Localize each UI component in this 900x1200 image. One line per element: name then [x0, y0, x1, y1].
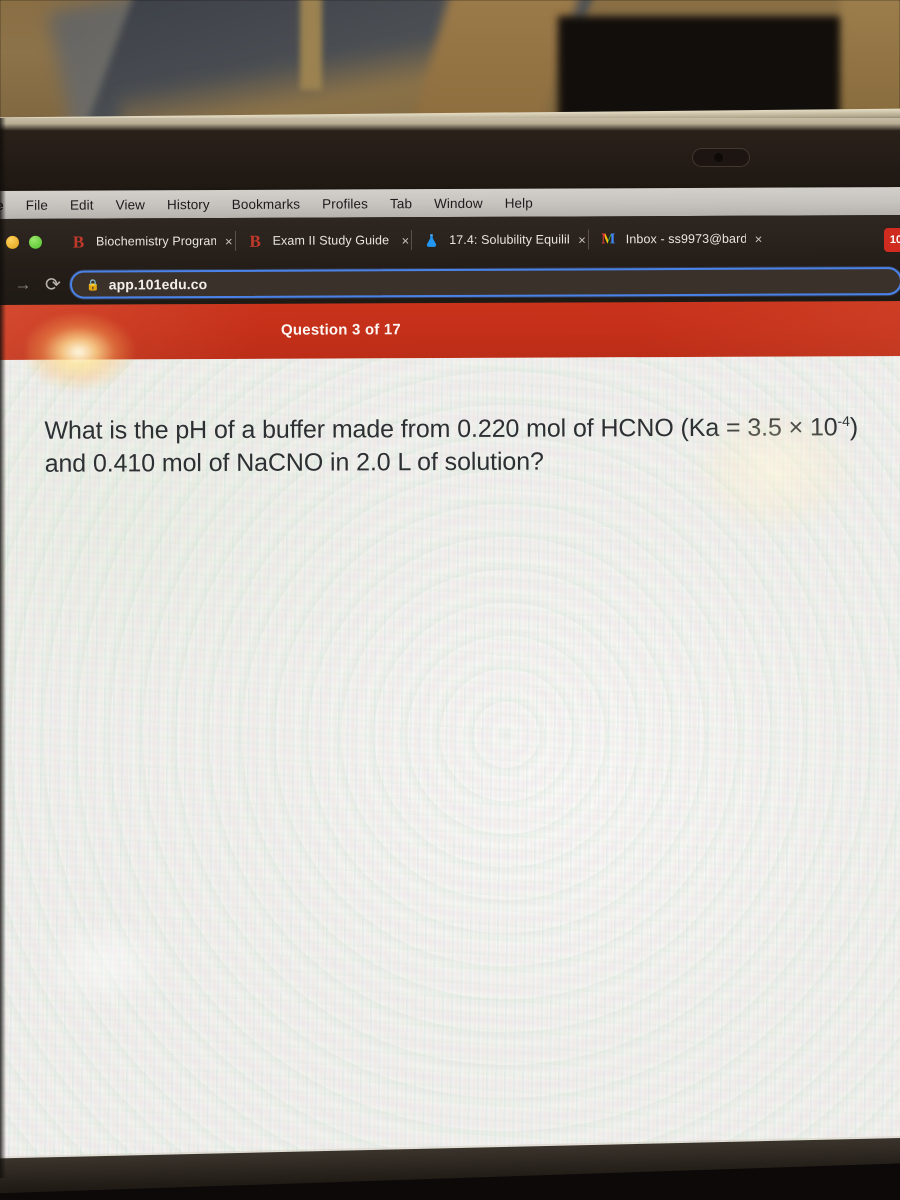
- page-content-area: What is the pH of a buffer made from 0.2…: [0, 355, 900, 1181]
- address-bar[interactable]: 🔒 app.101edu.co: [69, 267, 900, 299]
- menu-item-profiles[interactable]: Profiles: [311, 196, 379, 211]
- blackboard-b-icon: B: [72, 232, 85, 252]
- browser-tab-strip: B Biochemistry Program × B Exam II Study…: [0, 214, 900, 266]
- gmail-icon: M: [601, 230, 616, 247]
- menu-item-window[interactable]: Window: [423, 195, 494, 210]
- app-header-bar: ‹ Question 3 of 17: [0, 300, 900, 363]
- browser-tab[interactable]: 17.4: Solubility Equilib ×: [413, 222, 590, 257]
- close-icon[interactable]: ×: [225, 233, 233, 248]
- menu-item-bookmarks[interactable]: Bookmarks: [221, 196, 311, 211]
- room-pillar: [300, 0, 322, 90]
- browser-tab[interactable]: M Inbox - ss9973@bard ×: [590, 222, 767, 257]
- close-icon[interactable]: ×: [755, 231, 763, 246]
- browser-tab[interactable]: B Biochemistry Program ×: [60, 224, 237, 259]
- menu-item-file[interactable]: File: [15, 197, 59, 212]
- back-icon[interactable]: ←: [0, 275, 8, 295]
- maximize-button[interactable]: [28, 235, 43, 249]
- question-text: What is the pH of a buffer made from 0.2…: [44, 411, 884, 481]
- photograph-of-laptop-screen: hrome File Edit View History Bookmarks P…: [0, 0, 900, 1200]
- ceiling-light-blob: [196, 88, 218, 105]
- menu-item-tab[interactable]: Tab: [379, 196, 423, 211]
- tab-title: 17.4: Solubility Equilib: [449, 232, 570, 248]
- minimize-button[interactable]: [5, 235, 20, 249]
- menu-item-edit[interactable]: Edit: [59, 197, 105, 212]
- menu-item-chrome[interactable]: hrome: [0, 197, 15, 212]
- tab-title: Inbox - ss9973@bard: [625, 231, 746, 247]
- menu-item-history[interactable]: History: [156, 197, 221, 212]
- question-text-part1: What is the pH of a buffer made from 0.2…: [44, 413, 838, 445]
- flask-icon: [423, 232, 440, 249]
- ceiling-light-blob: [456, 20, 482, 40]
- reload-icon[interactable]: ⟳: [36, 273, 70, 296]
- laptop-bezel: [0, 118, 900, 198]
- close-icon[interactable]: ×: [578, 232, 586, 247]
- menu-item-help[interactable]: Help: [494, 195, 544, 210]
- menu-item-view[interactable]: View: [105, 197, 156, 212]
- window-traffic-lights: [5, 235, 43, 249]
- tab-title: Exam II Study Guide -: [272, 233, 393, 248]
- blackboard-b-icon: B: [249, 231, 261, 251]
- os-menu-bar[interactable]: hrome File Edit View History Bookmarks P…: [0, 186, 900, 220]
- browser-toolbar: ← → ⟳ 🔒 app.101edu.co: [0, 259, 900, 307]
- browser-tab[interactable]: B Exam II Study Guide - ×: [237, 223, 414, 258]
- tab-title: Biochemistry Program: [95, 234, 217, 249]
- close-icon[interactable]: ×: [402, 233, 410, 248]
- url-text: app.101edu.co: [108, 276, 208, 293]
- forward-icon[interactable]: →: [10, 275, 36, 295]
- partial-tab-101-favicon[interactable]: 101: [883, 227, 900, 253]
- webcam-lens-icon: [714, 153, 723, 162]
- lock-icon: 🔒: [85, 279, 100, 292]
- screen-reflection-spot: [40, 919, 172, 1010]
- question-exponent: -4: [837, 412, 850, 429]
